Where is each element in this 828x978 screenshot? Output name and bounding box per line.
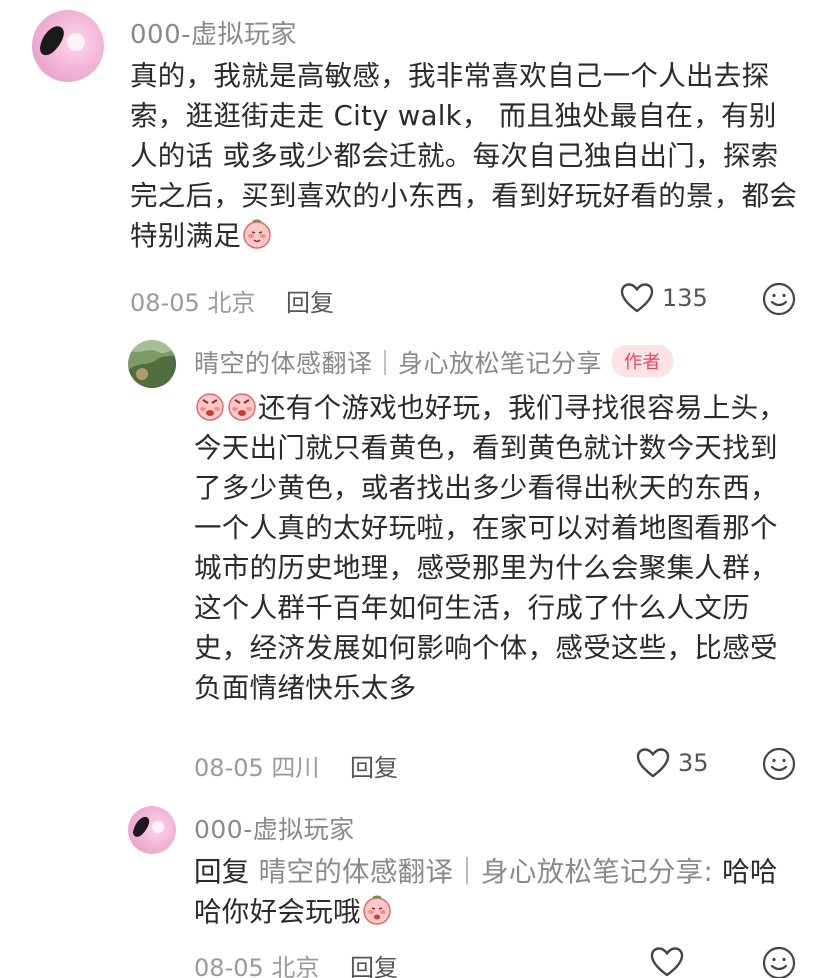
- angry-sticker-icon: [226, 390, 258, 422]
- comment-date: 08-05: [130, 289, 200, 317]
- reply-prefix: 回复: [194, 856, 250, 888]
- smiley-face-icon[interactable]: [762, 282, 796, 320]
- comment-date: 08-05: [194, 754, 264, 782]
- username[interactable]: 晴空的体感翻译｜身心放松笔记分享 作者: [194, 344, 674, 380]
- like-button[interactable]: 135: [620, 282, 708, 314]
- comment-location: 北京: [271, 954, 320, 978]
- avatar[interactable]: [32, 10, 104, 82]
- comment-date: 08-05: [194, 954, 264, 978]
- reply-button[interactable]: 回复: [350, 748, 398, 783]
- comment-meta: 08-05 北京: [130, 283, 255, 318]
- author-badge: 作者: [612, 345, 674, 377]
- comment-location: 四川: [271, 754, 320, 782]
- heart-outline-icon: [620, 283, 654, 313]
- comment-location: 北京: [207, 289, 256, 317]
- username[interactable]: 000-虚拟玩家: [194, 810, 355, 846]
- comment-text: 还有个游戏也好玩，我们寻找很容易上头，今天出门就只看黄色，看到黄色就计数今天找到…: [194, 390, 787, 704]
- like-count: 135: [662, 284, 708, 312]
- smiley-face-icon[interactable]: [762, 747, 796, 785]
- like-button[interactable]: 35: [636, 747, 709, 779]
- comment-text: 回复 晴空的体感翻译｜身心放松笔记分享: 哈哈哈你好会玩哦: [194, 856, 778, 928]
- comment-meta: 08-05 四川: [194, 748, 319, 783]
- heart-outline-icon: [650, 947, 684, 977]
- angry-sticker-icon: [194, 390, 226, 422]
- reply-button[interactable]: 回复: [286, 283, 334, 318]
- reply-button[interactable]: 回复: [350, 948, 398, 978]
- reply-target[interactable]: 晴空的体感翻译｜身心放松笔记分享:: [259, 856, 713, 888]
- blush-sticker-icon: [241, 218, 273, 250]
- username[interactable]: 000-虚拟玩家: [130, 14, 297, 51]
- comment-meta: 08-05 北京: [194, 948, 319, 978]
- like-count: 35: [678, 749, 709, 777]
- avatar[interactable]: [128, 340, 176, 388]
- blush-sticker-icon: [361, 894, 393, 926]
- comment-text: 真的，我就是高敏感，我非常喜欢自己一个人出去探索，逛逛街走走 City walk…: [130, 60, 798, 252]
- heart-outline-icon: [636, 748, 670, 778]
- avatar[interactable]: [128, 806, 176, 854]
- like-button[interactable]: [650, 946, 692, 978]
- smiley-face-icon[interactable]: [762, 946, 796, 978]
